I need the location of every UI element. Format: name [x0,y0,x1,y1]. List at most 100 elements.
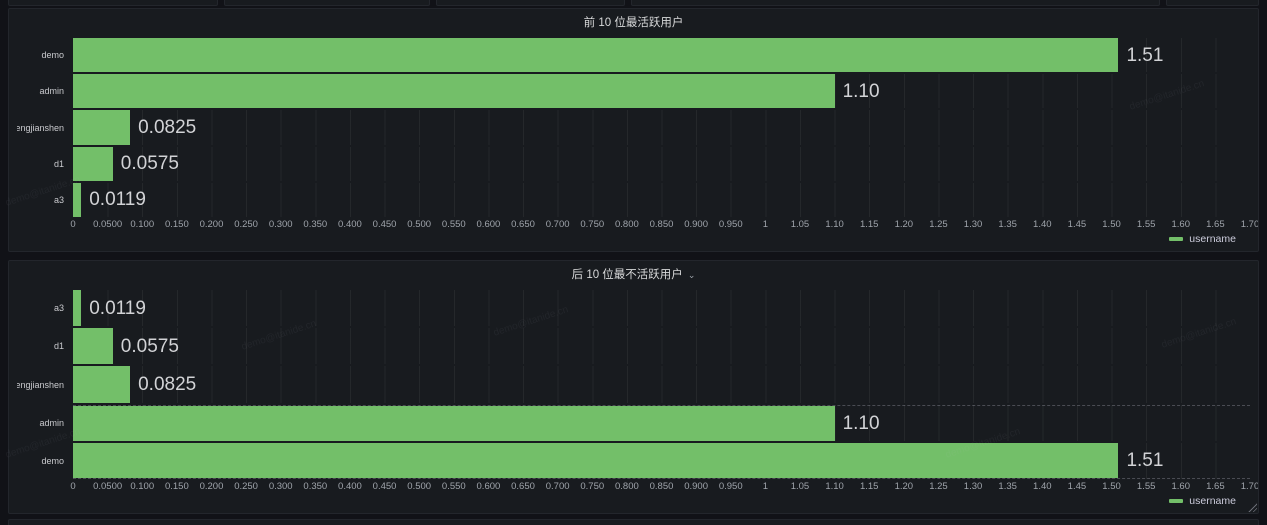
bar-category-label: d1 [17,147,73,181]
x-axis-tick: 0.650 [511,481,535,492]
x-axis-tick: 1.10 [825,481,844,492]
x-axis-tick: 0.0500 [93,481,122,492]
bar-value-label: 0.0575 [121,154,179,173]
x-axis-tick: 0.600 [477,219,501,230]
bar-row: demo 1.51 [17,442,1250,480]
bar-rows: a3 0.0119 d1 0.0575 dengjianshen 0.0825 admin 1… [17,289,1250,480]
x-axis-tick: 0.850 [650,481,674,492]
bar-category-label: dengjianshen [17,366,73,402]
legend-swatch-icon [1169,237,1183,241]
bar[interactable] [73,406,835,441]
x-axis-tick: 0.750 [580,219,604,230]
legend-item-username[interactable]: username [1169,495,1236,507]
bar-value-label: 0.0119 [89,299,146,318]
panel-title-menu[interactable]: 后 10 位最不活跃用户 ⌄ [9,261,1258,287]
x-axis-tick: 1.55 [1137,219,1156,230]
x-axis: 00.05000.1000.1500.2000.2500.3000.3500.4… [73,218,1250,231]
x-axis-tick: 1.25 [929,481,948,492]
bar-value-label: 0.0825 [138,118,196,137]
partial-panel [631,0,1160,6]
bar[interactable] [73,328,113,364]
bar-value-label: 0.0825 [138,375,196,394]
bar-track: 0.0575 [73,328,1250,364]
x-axis-tick: 1.35 [998,481,1017,492]
bar-category-label: demo [17,443,73,479]
bar-row: d1 0.0575 [17,146,1250,182]
bar[interactable] [73,366,130,402]
bar-row: dengjianshen0.0825 [17,109,1250,145]
bar[interactable] [73,38,1118,72]
x-axis-tick: 1.60 [1172,481,1191,492]
legend-label: username [1189,233,1236,245]
bar-category-label: demo [17,38,73,72]
bar-row: a3 0.0119 [17,289,1250,327]
x-axis-tick: 1.45 [1068,219,1087,230]
x-axis-tick: 0.850 [650,219,674,230]
bar-chart: demo 1.51 admin 1.10 dengjianshen0.0825d1 0.0… [9,35,1258,251]
bar-row: dengjianshen 0.0825 [17,365,1250,403]
x-axis-tick: 0.350 [303,481,327,492]
x-axis-tick: 0.100 [130,219,154,230]
x-axis-tick: 1.55 [1137,481,1156,492]
bar-track: 0.0119 [73,183,1250,217]
x-axis-tick: 0.100 [130,481,154,492]
x-axis-tick: 0.550 [442,481,466,492]
x-axis-tick: 1.70 [1241,481,1259,492]
partial-panel [8,0,218,6]
bar-category-label: d1 [17,328,73,364]
x-axis-tick: 1.45 [1068,481,1087,492]
bar-category-label: a3 [17,290,73,326]
bar-value-label: 0.0119 [89,190,146,209]
bar-track: 0.0575 [73,147,1250,181]
bar[interactable] [73,443,1118,478]
bar-row: demo 1.51 [17,37,1250,73]
x-axis-tick: 0.150 [165,219,189,230]
x-axis-tick: 0.200 [200,219,224,230]
x-axis-tick: 0.400 [338,219,362,230]
bar[interactable] [73,183,81,217]
bar-value-label: 0.0575 [121,337,179,356]
bar-track: 1.51 [73,443,1250,479]
x-axis-tick: 1.10 [825,219,844,230]
bar[interactable] [73,290,81,326]
partial-panel-below [8,519,1259,525]
bar-value-label: 1.51 [1126,46,1163,65]
x-axis-tick: 0.250 [234,481,258,492]
bar[interactable] [73,74,835,108]
bar[interactable] [73,147,113,181]
x-axis-tick: 0.700 [546,481,570,492]
x-axis-tick: 0.650 [511,219,535,230]
x-axis-tick: 0.350 [303,219,327,230]
x-axis-tick: 0.900 [684,481,708,492]
x-axis-tick: 1.15 [860,219,879,230]
panel-title-menu[interactable]: 前 10 位最活跃用户 [9,9,1258,35]
x-axis-tick: 0.200 [200,481,224,492]
panel-title: 前 10 位最活跃用户 [584,14,684,30]
x-axis-tick: 0 [70,481,75,492]
x-axis-tick: 0.300 [269,219,293,230]
x-axis-tick: 1.15 [860,481,879,492]
bar-category-label: admin [17,74,73,108]
panel-top-active-users: 前 10 位最活跃用户 demo 1.51 admin 1.10 dengjianshe… [8,8,1259,252]
x-axis-tick: 0.550 [442,219,466,230]
bar-track: 1.10 [73,405,1250,441]
panel-least-active-users: 后 10 位最不活跃用户 ⌄ a3 0.0119 d1 0.0575 dengjians… [8,260,1259,514]
x-axis-tick: 0.450 [373,219,397,230]
bar-value-label: 1.10 [843,82,880,101]
x-axis-tick: 0.400 [338,481,362,492]
partial-panel [436,0,625,6]
x-axis-tick: 1.65 [1206,481,1225,492]
x-axis-tick: 0.0500 [93,219,122,230]
bar-category-label: admin [17,405,73,441]
bar-track: 0.0119 [73,290,1250,326]
bar-value-label: 1.10 [843,414,880,433]
x-axis-tick: 0.800 [615,219,639,230]
legend-item-username[interactable]: username [1169,233,1236,245]
bar[interactable] [73,110,130,144]
x-axis-tick: 0.950 [719,481,743,492]
x-axis-tick: 0.900 [684,219,708,230]
x-axis: 00.05000.1000.1500.2000.2500.3000.3500.4… [73,480,1250,493]
x-axis-tick: 0.950 [719,219,743,230]
bar-value-label: 1.51 [1126,451,1163,470]
x-axis-tick: 1.50 [1102,219,1121,230]
